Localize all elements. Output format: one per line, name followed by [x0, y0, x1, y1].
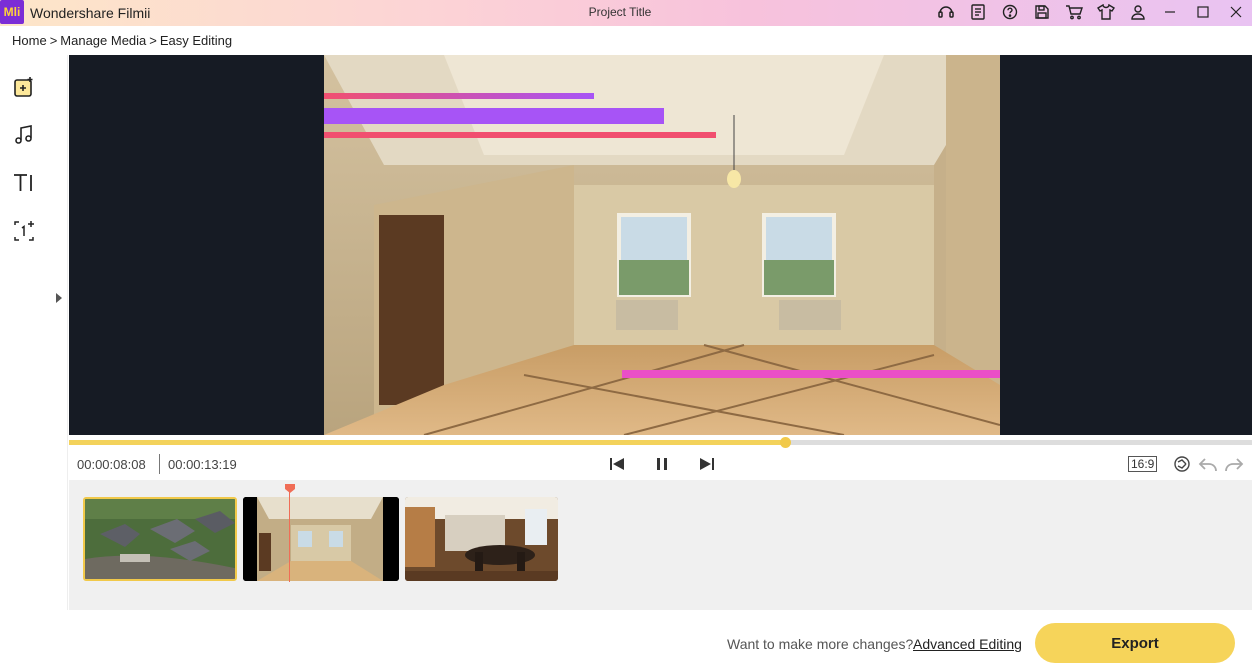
overlay-bar-3: [324, 132, 716, 138]
maximize-icon[interactable]: [1186, 0, 1219, 24]
playback-controls: 00:00:08:08 00:00:13:19 16:9: [69, 448, 1252, 480]
timeline-clip-aerial-houses[interactable]: [83, 497, 237, 581]
add-media-icon[interactable]: [10, 73, 38, 101]
breadcrumb-home[interactable]: Home: [12, 33, 47, 48]
advanced-editing-prompt: Want to make more changes?: [727, 636, 914, 652]
project-title[interactable]: Project Title: [520, 5, 720, 19]
overlay-bar-2: [324, 108, 664, 124]
snapshot-icon[interactable]: [1171, 454, 1193, 474]
bottom-bar: Want to make more changes? Advanced Edit…: [0, 610, 1252, 670]
text-icon[interactable]: [10, 169, 38, 197]
total-time: 00:00:13:19: [168, 457, 237, 472]
breadcrumb-current: Easy Editing: [159, 33, 233, 48]
playhead-line: [289, 490, 290, 582]
playback-progress-bar[interactable]: [69, 437, 1252, 448]
pause-button[interactable]: [652, 454, 672, 474]
overlay-bar-1: [324, 93, 594, 99]
progress-handle[interactable]: [779, 437, 791, 448]
timeline-clip-kitchen-dining[interactable]: [405, 497, 558, 581]
breadcrumb-separator: >: [149, 33, 157, 48]
app-logo: Mli: [0, 0, 24, 24]
current-time: 00:00:08:08: [77, 457, 146, 472]
counter-icon[interactable]: [10, 217, 38, 245]
redo-icon[interactable]: [1223, 454, 1245, 474]
support-icon[interactable]: [930, 0, 962, 24]
advanced-editing-link[interactable]: Advanced Editing: [913, 636, 1022, 652]
help-icon[interactable]: [994, 0, 1026, 24]
titlebar-icon-group: [930, 0, 1154, 24]
app-title: Wondershare Filmii: [30, 5, 151, 21]
minimize-icon[interactable]: [1153, 0, 1186, 24]
title-bar: Mli Wondershare Filmii Project Title: [0, 0, 1252, 26]
undo-icon[interactable]: [1197, 454, 1219, 474]
close-icon[interactable]: [1219, 0, 1252, 24]
breadcrumb-separator: >: [49, 33, 58, 48]
next-button[interactable]: [697, 454, 717, 474]
export-button[interactable]: Export: [1035, 623, 1235, 663]
expand-panel-arrow-icon[interactable]: [56, 293, 62, 303]
playhead-marker-icon[interactable]: [285, 484, 295, 493]
account-icon[interactable]: [1122, 0, 1154, 24]
music-icon[interactable]: [10, 121, 38, 149]
theme-icon[interactable]: [1090, 0, 1122, 24]
notes-icon[interactable]: [962, 0, 994, 24]
time-divider: [159, 454, 160, 474]
timeline-clip-empty-room[interactable]: [243, 497, 399, 581]
progress-fill: [69, 440, 785, 445]
breadcrumb-manage-media[interactable]: Manage Media: [60, 33, 146, 48]
left-toolbar: [0, 55, 68, 610]
cart-icon[interactable]: [1058, 0, 1090, 24]
aspect-ratio-selector[interactable]: 16:9: [1128, 456, 1158, 472]
breadcrumb: Home > Manage Media > Easy Editing: [12, 33, 232, 48]
video-preview[interactable]: [69, 55, 1252, 435]
timeline: [69, 480, 1252, 610]
overlay-bar-4: [622, 370, 1000, 378]
previous-button[interactable]: [607, 454, 627, 474]
save-icon[interactable]: [1026, 0, 1058, 24]
